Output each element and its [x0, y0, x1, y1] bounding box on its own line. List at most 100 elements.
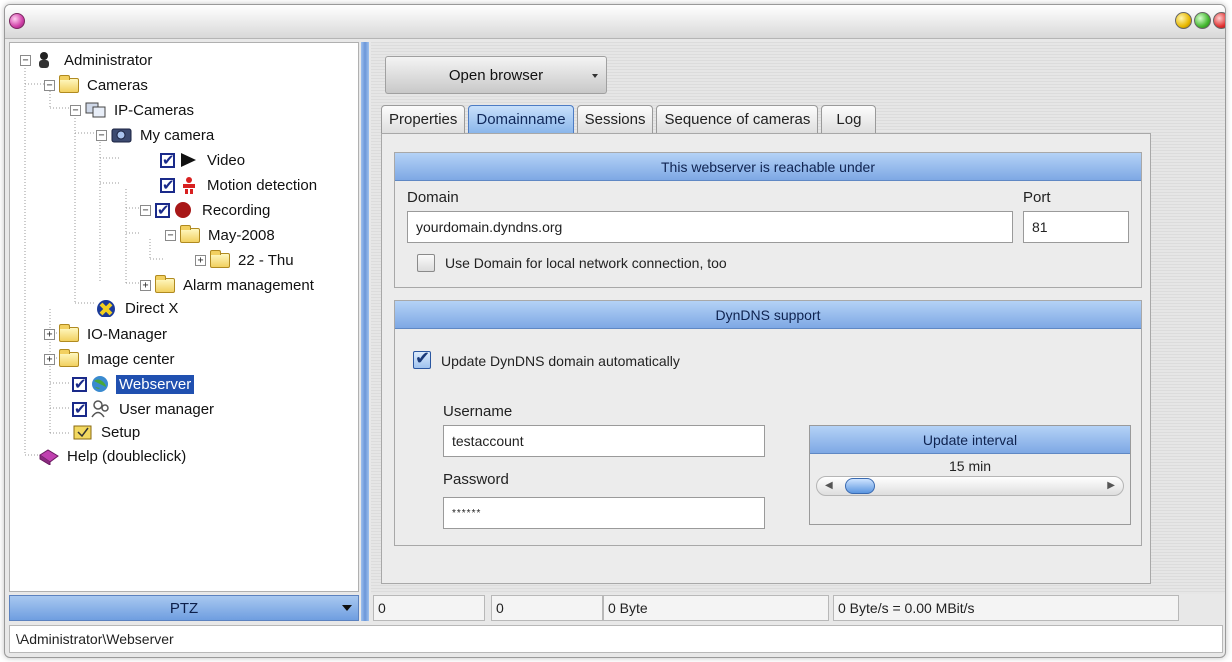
tree-item-administrator[interactable]: − Administrator: [20, 49, 155, 71]
port-input[interactable]: 81: [1023, 211, 1129, 243]
slider-left-arrow-icon[interactable]: ◀: [825, 480, 833, 491]
slider-right-arrow-icon[interactable]: ▶: [1107, 480, 1115, 491]
dropdown-arrow-icon: [592, 74, 598, 78]
minimize-button[interactable]: [1175, 12, 1192, 29]
enabled-checkbox[interactable]: [72, 400, 87, 418]
reachable-group: This webserver is reachable under Domain…: [394, 152, 1142, 288]
collapse-icon[interactable]: −: [140, 204, 151, 216]
folder-icon: [155, 274, 175, 293]
username-label: Username: [443, 403, 513, 420]
reachable-header: This webserver is reachable under: [395, 153, 1141, 181]
open-folder-icon: [180, 224, 200, 243]
tree-label: Direct X: [125, 299, 179, 317]
tree-label: Cameras: [87, 76, 148, 94]
open-browser-button[interactable]: Open browser: [385, 56, 607, 94]
collapse-icon[interactable]: −: [165, 229, 176, 241]
maximize-button[interactable]: [1194, 12, 1211, 29]
enabled-checkbox[interactable]: [160, 176, 175, 194]
dyndns-header: DynDNS support: [395, 301, 1141, 329]
update-interval-slider[interactable]: ◀ ▶: [816, 476, 1124, 496]
tree-label: Video: [207, 151, 246, 169]
update-interval-header: Update interval: [810, 426, 1130, 454]
network-camera-icon: [85, 102, 106, 118]
local-network-checkbox-label: Use Domain for local network connection,…: [445, 255, 727, 271]
open-folder-icon: [59, 74, 79, 93]
tree-item-my-camera[interactable]: − My camera: [96, 124, 217, 146]
tree-item-day-22[interactable]: + 22 - Thu: [195, 249, 297, 271]
tree-item-help[interactable]: Help (doubleclick): [38, 445, 189, 467]
tree-item-cameras[interactable]: − Cameras: [44, 74, 151, 96]
tree-item-video[interactable]: Video: [160, 149, 248, 171]
window-menu-button[interactable]: [9, 13, 25, 29]
slider-thumb[interactable]: [845, 478, 875, 494]
tree-label: Administrator: [64, 51, 153, 69]
enabled-checkbox[interactable]: [72, 375, 87, 393]
port-label: Port: [1023, 189, 1051, 206]
collapse-icon[interactable]: −: [44, 79, 55, 91]
tab-bar: Properties Domainname Sessions Sequence …: [381, 105, 879, 133]
user-admin-icon: [39, 52, 49, 68]
setup-icon: [73, 425, 92, 440]
globe-icon: [92, 376, 108, 392]
update-interval-box: Update interval 15 min ◀ ▶: [809, 425, 1131, 525]
tree-label: May-2008: [208, 226, 275, 244]
tree-item-recording[interactable]: − Recording: [140, 199, 273, 221]
collapse-icon[interactable]: −: [20, 54, 31, 66]
title-bar: [5, 5, 1225, 39]
help-book-icon: [39, 449, 59, 465]
tree-label: IP-Cameras: [114, 101, 195, 119]
enabled-checkbox[interactable]: [160, 151, 175, 169]
local-network-checkbox[interactable]: [417, 254, 435, 272]
tree-item-io-manager[interactable]: + IO-Manager: [44, 323, 170, 345]
tree-label: Help (doubleclick): [67, 447, 187, 465]
tree-item-image-center[interactable]: + Image center: [44, 348, 178, 370]
expand-icon[interactable]: +: [140, 279, 151, 291]
tab-domainname[interactable]: Domainname: [468, 105, 574, 133]
collapse-icon[interactable]: −: [96, 129, 107, 141]
ptz-dropdown[interactable]: PTZ: [9, 595, 359, 621]
auto-update-checkbox-label: Update DynDNS domain automatically: [441, 353, 680, 369]
tree-label: Webserver: [116, 374, 195, 394]
close-button[interactable]: [1213, 12, 1225, 29]
collapse-icon[interactable]: −: [70, 104, 81, 116]
user-manager-icon: [91, 400, 109, 418]
panel-splitter[interactable]: [361, 42, 369, 621]
update-interval-value: 15 min: [948, 458, 992, 474]
tree-label: User manager: [119, 400, 215, 418]
tab-sessions[interactable]: Sessions: [576, 105, 654, 133]
folder-icon: [210, 249, 230, 268]
folder-icon: [59, 348, 79, 367]
password-input[interactable]: ******: [443, 497, 765, 529]
domainname-tab-content: This webserver is reachable under Domain…: [381, 133, 1151, 584]
tab-properties[interactable]: Properties: [381, 105, 466, 133]
tree-item-alarm-management[interactable]: + Alarm management: [140, 274, 317, 296]
tree-item-webserver[interactable]: Webserver: [72, 373, 195, 395]
record-icon: [175, 202, 191, 218]
tree-item-setup[interactable]: Setup: [72, 421, 143, 443]
tree-label: IO-Manager: [87, 325, 168, 343]
tree-item-user-manager[interactable]: User manager: [72, 398, 217, 420]
domain-input[interactable]: yourdomain.dyndns.org: [407, 211, 1013, 243]
domain-label: Domain: [407, 189, 459, 206]
tree-item-may-2008[interactable]: − May-2008: [165, 224, 278, 246]
tree-label: Recording: [202, 201, 271, 219]
tree-item-ip-cameras[interactable]: − IP-Cameras: [70, 99, 197, 121]
dropdown-arrow-icon: [342, 605, 352, 611]
directx-icon: [97, 300, 115, 317]
expand-icon[interactable]: +: [44, 353, 55, 365]
tree-label: Alarm management: [183, 276, 314, 294]
folder-icon: [59, 323, 79, 342]
enabled-checkbox[interactable]: [155, 201, 170, 219]
expand-icon[interactable]: +: [195, 254, 206, 266]
expand-icon[interactable]: +: [44, 328, 55, 340]
username-input[interactable]: testaccount: [443, 425, 765, 457]
tree-item-motion-detection[interactable]: Motion detection: [160, 174, 320, 196]
play-icon: [181, 153, 196, 167]
ptz-label: PTZ: [169, 599, 199, 617]
tree-label: Setup: [101, 423, 141, 441]
tree-item-direct-x[interactable]: Direct X: [96, 297, 181, 319]
tab-log[interactable]: Log: [821, 105, 877, 133]
tab-sequence-of-cameras[interactable]: Sequence of cameras: [656, 105, 819, 133]
navigation-tree: − Administrator − Cameras − IP-Cameras −…: [9, 42, 359, 592]
auto-update-checkbox[interactable]: [413, 348, 431, 369]
